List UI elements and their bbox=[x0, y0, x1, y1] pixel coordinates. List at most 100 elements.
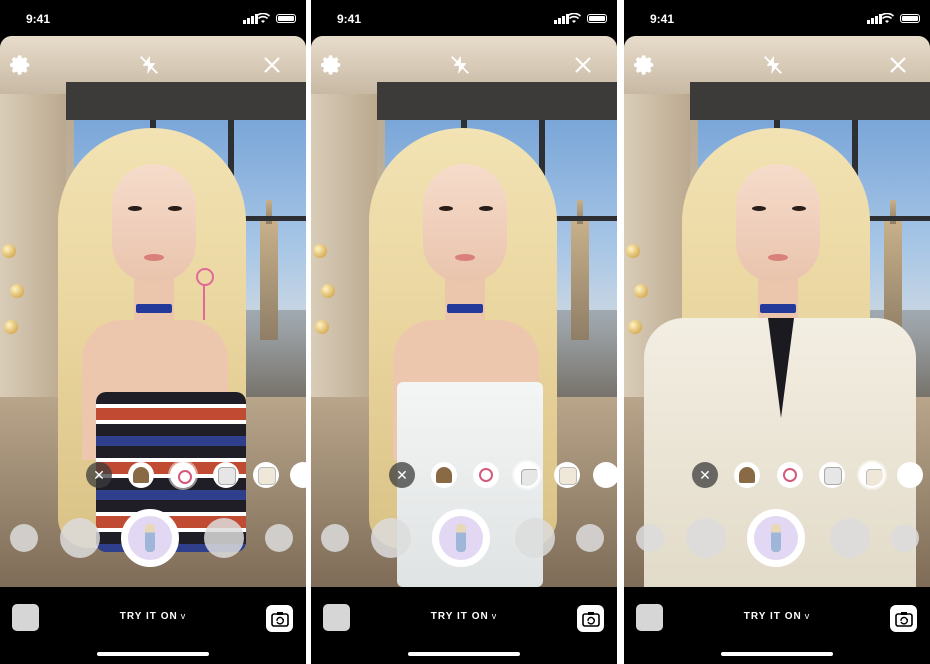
earrings-icon bbox=[479, 468, 493, 482]
status-time: 9:41 bbox=[650, 12, 675, 26]
accessory-tray: ✕ bbox=[311, 458, 617, 494]
carousel-dot[interactable] bbox=[10, 524, 38, 552]
tray-item-earrings[interactable] bbox=[473, 462, 499, 488]
earrings-icon bbox=[783, 468, 797, 482]
avatar-carousel bbox=[0, 509, 306, 569]
top-icon bbox=[521, 469, 538, 486]
carousel-dot[interactable] bbox=[686, 518, 726, 558]
mode-label: TRY IT ON bbox=[430, 611, 489, 622]
tray-item-top[interactable] bbox=[819, 462, 845, 488]
carousel-dot[interactable] bbox=[830, 518, 870, 558]
tray-item-blank[interactable] bbox=[290, 462, 306, 488]
mode-label: TRY IT ON bbox=[743, 611, 802, 622]
person-face bbox=[423, 164, 507, 282]
remove-icon: ✕ bbox=[93, 466, 105, 483]
flash-off-icon bbox=[451, 55, 469, 75]
remove-icon: ✕ bbox=[699, 466, 711, 483]
cardigan-icon bbox=[258, 467, 276, 485]
choker bbox=[760, 304, 796, 313]
battery-icon bbox=[587, 14, 607, 23]
settings-button[interactable] bbox=[633, 53, 657, 77]
top-icon bbox=[218, 467, 236, 485]
tray-item-cardigan[interactable] bbox=[554, 462, 580, 488]
camera-flip-icon bbox=[270, 611, 289, 627]
capture-button[interactable] bbox=[121, 509, 179, 567]
flash-off-icon bbox=[764, 55, 782, 75]
carousel-dot[interactable] bbox=[371, 518, 411, 558]
camera-view: ✕ bbox=[624, 36, 930, 587]
tray-item-top[interactable] bbox=[213, 462, 239, 488]
bottom-bar: TRY IT ON v bbox=[624, 587, 930, 664]
tray-item-blank[interactable] bbox=[897, 462, 923, 488]
status-bar: 9:41 bbox=[624, 0, 930, 36]
battery-icon bbox=[276, 14, 296, 23]
flash-toggle-button[interactable] bbox=[448, 53, 472, 77]
chevron-down-icon: v bbox=[491, 611, 498, 621]
settings-button[interactable] bbox=[320, 53, 344, 77]
phone-screen-1: 9:41 ✕ TRY IT ON v bbox=[0, 0, 306, 664]
top-icon bbox=[824, 467, 842, 485]
capture-button[interactable] bbox=[747, 509, 805, 567]
battery-icon bbox=[900, 14, 920, 23]
hat-icon bbox=[739, 467, 755, 483]
phone-screen-3: 9:41 ✕ TRY IT ON v bbox=[624, 0, 930, 664]
person-face bbox=[736, 164, 820, 282]
carousel-dot[interactable] bbox=[265, 524, 293, 552]
choker bbox=[447, 304, 483, 313]
hat-icon bbox=[133, 467, 149, 483]
wifi-icon bbox=[567, 13, 581, 23]
close-camera-button[interactable] bbox=[886, 53, 910, 77]
wifi-icon bbox=[256, 13, 270, 23]
camera-view: ✕ bbox=[311, 36, 617, 587]
capture-button[interactable] bbox=[432, 509, 490, 567]
mode-selector[interactable]: TRY IT ON v bbox=[311, 611, 617, 622]
close-camera-button[interactable] bbox=[571, 53, 595, 77]
flash-toggle-button[interactable] bbox=[761, 53, 785, 77]
carousel-dot[interactable] bbox=[515, 518, 555, 558]
tray-item-cardigan[interactable] bbox=[859, 462, 885, 488]
settings-button[interactable] bbox=[9, 53, 33, 77]
carousel-dot[interactable] bbox=[204, 518, 244, 558]
tray-item-hat[interactable] bbox=[431, 462, 457, 488]
carousel-dot[interactable] bbox=[636, 524, 664, 552]
flip-camera-button[interactable] bbox=[577, 605, 604, 632]
home-indicator bbox=[721, 652, 833, 656]
tray-item-hat[interactable] bbox=[128, 462, 154, 488]
mode-label: TRY IT ON bbox=[119, 611, 178, 622]
remove-item-button[interactable]: ✕ bbox=[692, 462, 718, 488]
close-icon bbox=[264, 57, 280, 73]
mode-selector[interactable]: TRY IT ON v bbox=[624, 611, 930, 622]
tray-item-hat[interactable] bbox=[734, 462, 760, 488]
accessory-tray: ✕ bbox=[0, 458, 306, 494]
home-indicator bbox=[408, 652, 520, 656]
phone-screen-2: 9:41 ✕ TRY IT ON v bbox=[311, 0, 617, 664]
flash-off-icon bbox=[140, 55, 158, 75]
tray-item-earrings[interactable] bbox=[170, 462, 196, 488]
carousel-dot[interactable] bbox=[891, 524, 919, 552]
carousel-dot[interactable] bbox=[60, 518, 100, 558]
mode-selector[interactable]: TRY IT ON v bbox=[0, 611, 306, 622]
carousel-dot[interactable] bbox=[576, 524, 604, 552]
earrings-icon bbox=[178, 470, 192, 484]
flash-toggle-button[interactable] bbox=[137, 53, 161, 77]
tray-item-earrings[interactable] bbox=[777, 462, 803, 488]
bottom-bar: TRY IT ON v bbox=[311, 587, 617, 664]
camera-flip-icon bbox=[581, 611, 600, 627]
close-camera-button[interactable] bbox=[260, 53, 284, 77]
close-icon bbox=[890, 57, 906, 73]
remove-icon: ✕ bbox=[396, 466, 408, 483]
carousel-dot[interactable] bbox=[321, 524, 349, 552]
status-time: 9:41 bbox=[337, 12, 362, 26]
flip-camera-button[interactable] bbox=[266, 605, 293, 632]
tray-item-cardigan[interactable] bbox=[253, 462, 279, 488]
remove-item-button[interactable]: ✕ bbox=[86, 462, 112, 488]
tray-item-blank[interactable] bbox=[593, 462, 617, 488]
gear-icon bbox=[321, 55, 341, 75]
flip-camera-button[interactable] bbox=[890, 605, 917, 632]
avatar-thumbnail bbox=[754, 516, 798, 560]
tray-item-top[interactable] bbox=[514, 462, 540, 488]
remove-item-button[interactable]: ✕ bbox=[389, 462, 415, 488]
gear-icon bbox=[634, 55, 654, 75]
choker bbox=[136, 304, 172, 313]
wifi-icon bbox=[880, 13, 894, 23]
